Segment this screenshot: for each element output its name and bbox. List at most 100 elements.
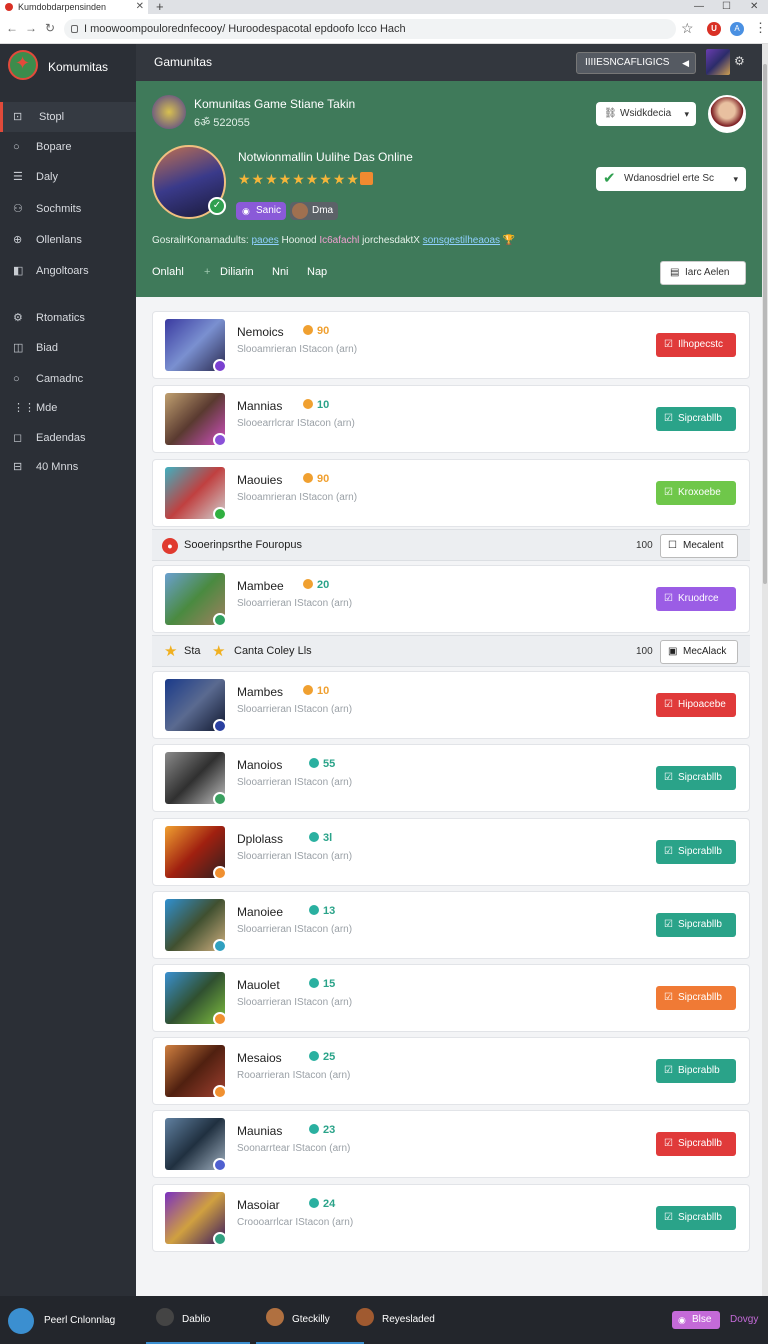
game-list-item[interactable]: Dplolass 3l Slooarrieran IStacon (arn) ☑ Sip… — [152, 818, 750, 886]
bottom-tab-reyesladed[interactable]: Reyesladed — [356, 1296, 466, 1344]
section-title: Canta Coley Lls — [234, 645, 312, 657]
settings-icon[interactable]: ⚙ — [734, 54, 745, 68]
user-avatar[interactable] — [708, 95, 746, 133]
sidebar-item-4[interactable]: ⚇ Sochmits — [0, 194, 136, 224]
sidebar-item-2[interactable]: ○ Bopare — [0, 132, 136, 162]
action-button[interactable]: ☑ Sipcrabllb — [656, 1132, 736, 1156]
address-bar: ← → ↻ I moowoompoulorednfecooy/ Huroodes… — [0, 14, 768, 44]
game-thumbnail[interactable] — [706, 49, 730, 75]
game-list-item[interactable]: Manoiee 13 Slooarrieran IStacon (arn) ☑ Sipc… — [152, 891, 750, 959]
bottom-link[interactable]: Dovgy — [730, 1314, 758, 1325]
action-button[interactable]: ☑ Kroxoebe — [656, 481, 736, 505]
action-button[interactable]: ☑ Sipcrabllb — [656, 407, 736, 431]
sidebar-item-icon: ⚙ — [13, 312, 23, 324]
view-select[interactable]: ⛓ Wsidkdecia ▾ — [596, 102, 696, 126]
action-button[interactable]: ☑ Sipcrabllb — [656, 840, 736, 864]
bookmark-star-icon[interactable]: ☆ — [681, 20, 694, 37]
sidebar-item-icon: ◧ — [13, 265, 24, 277]
bottom-tab-gteckilly[interactable]: Gteckilly — [256, 1296, 364, 1344]
game-badge-icon — [213, 613, 227, 627]
desc-link[interactable]: paoes — [252, 235, 279, 246]
back-icon[interactable]: ← — [6, 21, 18, 35]
scrollbar-thumb[interactable] — [763, 64, 767, 584]
status-pill[interactable]: ◉ Blse — [672, 1311, 720, 1329]
sidebar-item-8[interactable]: ◫ Biad — [0, 333, 136, 363]
action-icon: ☑ — [664, 699, 673, 710]
game-name: Mauolet — [237, 978, 280, 992]
tab-diliarin[interactable]: Diliarin — [220, 266, 254, 278]
sidebar-item-label: Ollenlans — [36, 234, 82, 246]
maximize-icon[interactable]: ☐ — [722, 0, 731, 14]
tab-nni[interactable]: Nni — [272, 266, 289, 278]
user-avatar[interactable] — [8, 1308, 34, 1334]
tag-chip[interactable]: ◉ Sanic — [236, 202, 286, 220]
browser-tab[interactable]: Kumdobdarpensinden ✕ — [0, 0, 148, 14]
sidebar-item-12[interactable]: ⊟ 40 Mnns — [0, 452, 136, 482]
game-list-item[interactable]: Maouies 90 Slooamrieran IStacon (arn) ☑ Krox… — [152, 459, 750, 527]
action-button[interactable]: ☑ Ilhopecstc — [656, 333, 736, 357]
tab-nap[interactable]: Nap — [307, 266, 327, 278]
add-button[interactable]: ▤ Iarc Aelen — [660, 261, 746, 285]
game-logo-icon — [152, 95, 186, 129]
game-list-item[interactable]: Manoios 55 Slooarrieran IStacon (arn) ☑ Sipc… — [152, 744, 750, 812]
profile-icon[interactable]: A — [730, 22, 744, 36]
sidebar-item-9[interactable]: ○ Camadnc — [0, 364, 136, 394]
game-list-item[interactable]: Nemoics 90 Slooamrieran IStacon (arn) ☑ Ilho… — [152, 311, 750, 379]
action-button[interactable]: ☑ Kruodrce — [656, 587, 736, 611]
url-input[interactable]: I moowoompoulorednfecooy/ Huroodespacota… — [64, 19, 676, 39]
game-list-item[interactable]: Mambee 20 Slooarrieran IStacon (arn) ☑ Kruod… — [152, 565, 750, 633]
bottom-tab-label: Reyesladed — [382, 1314, 435, 1325]
bottom-tab-label: Dablio — [182, 1314, 211, 1325]
game-list-item[interactable]: Maunias 23 Soonarrtear IStacon (arn) ☑ Sipcr… — [152, 1110, 750, 1178]
game-badge-icon — [213, 719, 227, 733]
game-list-item[interactable]: Mauolet 15 Slooarrieran IStacon (arn) ☑ Sipc… — [152, 964, 750, 1032]
action-label: Kroxoebe — [678, 487, 721, 498]
star-icon: ★ — [164, 643, 178, 660]
action-icon: ☑ — [664, 413, 673, 424]
minimize-icon[interactable]: — — [694, 0, 704, 14]
sidebar-item-10[interactable]: ⋮⋮ Mde — [0, 393, 136, 423]
action-button[interactable]: ☑ Bipcrablb — [656, 1059, 736, 1083]
game-list-item[interactable]: Masoiar 24 Croooarrlcar IStacon (arn) ☑ Sipc… — [152, 1184, 750, 1252]
sidebar-item-3[interactable]: ☰ Daly — [0, 162, 136, 192]
score-dot-icon — [303, 685, 313, 695]
sidebar-item-11[interactable]: ◻ Eadendas — [0, 423, 136, 453]
chevron-down-icon: ▾ — [733, 174, 738, 184]
section-button[interactable]: ☐ Mecalent — [660, 534, 738, 558]
caret-left-icon: ◀ — [682, 58, 689, 68]
section-button[interactable]: ▣ MecAlack — [660, 640, 738, 664]
desc-link[interactable]: sonsgestilheaoas — [423, 235, 500, 246]
bottom-tab-dablio[interactable]: Dablio — [146, 1296, 250, 1344]
extension-icon[interactable]: U — [707, 22, 721, 36]
action-button[interactable]: ☑ Sipcrabllb — [656, 913, 736, 937]
scrollbar[interactable] — [762, 44, 768, 1296]
action-button[interactable]: ☑ Sipcrabllb — [656, 1206, 736, 1230]
sidebar-item-6[interactable]: ◧ Angoltoars — [0, 256, 136, 286]
section-header: ★ Sta ★ Canta Coley Lls 100 ▣ MecAlack — [152, 635, 750, 667]
game-list-item[interactable]: Mambes 10 Slooarrieran IStacon (arn) ☑ Hipoa… — [152, 671, 750, 739]
close-tab-icon[interactable]: ✕ — [136, 0, 144, 14]
browser-menu-icon[interactable]: ⋮ — [754, 20, 767, 36]
game-list-item[interactable]: Mannias 10 Slooearrlcrar IStacon (arn) ☑ Sip… — [152, 385, 750, 453]
action-button[interactable]: ☑ Hipoacebe — [656, 693, 736, 717]
reload-icon[interactable]: ↻ — [45, 21, 55, 35]
square-icon: ☐ — [668, 540, 677, 551]
game-list-item[interactable]: Mesaios 25 Rooarrieran IStacon (arn) ☑ Bipcr… — [152, 1037, 750, 1105]
sidebar-item-1[interactable]: ⊡ Stopl — [0, 102, 136, 132]
forward-icon[interactable]: → — [25, 21, 37, 35]
action-icon: ☑ — [664, 487, 673, 498]
tab-onlahl[interactable]: Onlahl — [152, 266, 184, 278]
sidebar-item-7[interactable]: ⚙ Rtomatics — [0, 303, 136, 333]
action-button[interactable]: ☑ Sipcrabllb — [656, 986, 736, 1010]
author-chip[interactable]: Dma — [290, 202, 338, 220]
score-value: 25 — [323, 1051, 336, 1063]
sidebar-item-5[interactable]: ⊕ Ollenlans — [0, 225, 136, 255]
game-subtitle: Slooamrieran IStacon (arn) — [237, 492, 358, 503]
brand[interactable]: Komumitas — [8, 50, 136, 84]
new-tab-button[interactable]: + — [156, 0, 164, 14]
action-button[interactable]: ☑ Sipcrabllb — [656, 766, 736, 790]
close-window-icon[interactable]: ✕ — [750, 0, 758, 14]
game-subtitle: Croooarrlcar IStacon (arn) — [237, 1217, 354, 1228]
filter-dropdown[interactable]: IIIIESNCAFLIGICS ◀ — [576, 52, 696, 74]
status-select[interactable]: ✔ Wdanosdriel erte Sc ▾ — [596, 167, 746, 191]
